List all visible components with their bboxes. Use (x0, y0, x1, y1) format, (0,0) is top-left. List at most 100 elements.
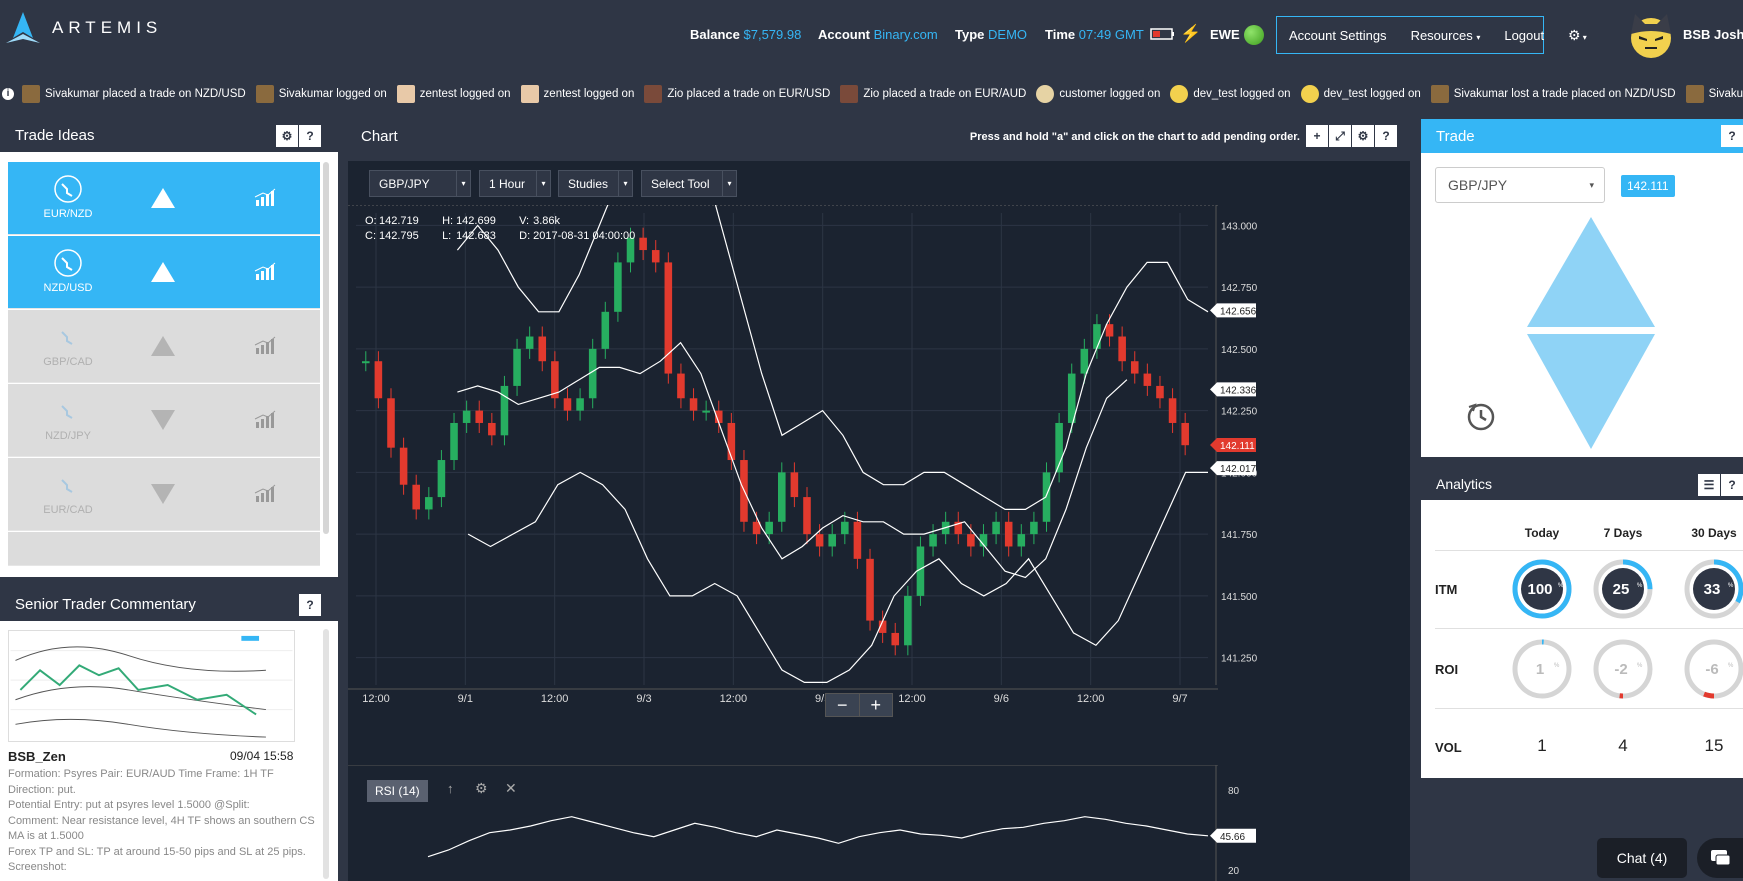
bar-chart-icon[interactable] (254, 336, 276, 354)
idea-pair: NZD/JPY (45, 430, 91, 442)
popout-icon[interactable]: ⤢ (1329, 125, 1351, 147)
arrow-up-icon[interactable]: ↑ (447, 781, 454, 796)
y-tick-label: 141.750 (1221, 530, 1258, 541)
app-name: ARTEMIS (52, 18, 163, 37)
vol-7days: 4 (1618, 736, 1628, 755)
logout-link[interactable]: Logout (1492, 28, 1556, 43)
bar-chart-icon[interactable] (254, 410, 276, 428)
trade-idea-item[interactable]: NZD/JPY (8, 384, 320, 457)
put-button[interactable] (1527, 334, 1655, 449)
candle (1156, 385, 1164, 399)
x-tick-label: 9/1 (458, 693, 473, 705)
user-avatar-icon (1300, 85, 1319, 103)
candle (639, 237, 647, 251)
timer-icon[interactable] (1465, 401, 1497, 431)
settings-gear-icon[interactable]: ⚙ ▾ (1568, 27, 1587, 44)
candle (362, 361, 370, 364)
list-icon[interactable]: ☰ (1698, 474, 1720, 496)
account-settings-link[interactable]: Account Settings (1277, 28, 1399, 43)
interval-dropdown[interactable]: 1 Hour ▾ (479, 170, 551, 197)
x-tick-label: 12:00 (541, 693, 569, 705)
user-avatar-icon (1036, 85, 1055, 103)
gauge-percent: % (1637, 583, 1643, 589)
pair-dropdown[interactable]: GBP/JPY ▾ (369, 170, 471, 197)
rsi-settings-gear-icon[interactable]: ⚙ (475, 780, 488, 797)
candle (992, 521, 1000, 535)
add-order-button[interactable]: + (1306, 125, 1328, 147)
bar-chart-icon[interactable] (254, 188, 276, 206)
chat-button[interactable]: Chat (4) (1597, 838, 1687, 878)
x-tick-label: 9/3 (636, 693, 651, 705)
candle (387, 398, 395, 448)
call-button[interactable] (1527, 217, 1655, 327)
gauge-percent: % (1637, 663, 1643, 669)
analytics-help-button[interactable]: ? (1721, 474, 1743, 496)
battery-icon (1150, 27, 1176, 46)
trade-pair-select[interactable]: GBP/JPY ▾ (1435, 167, 1605, 203)
trade-help-button[interactable]: ? (1721, 125, 1743, 147)
candle (437, 460, 446, 498)
commentary-help-button[interactable]: ? (299, 594, 321, 616)
x-tick-label: 9/7 (1172, 693, 1187, 705)
candle (891, 632, 900, 646)
y-tick-label: 142.500 (1221, 345, 1258, 356)
currency-pair-icon (61, 405, 73, 419)
zoom-in-button[interactable]: + (860, 694, 893, 716)
bar-chart-icon[interactable] (254, 484, 276, 502)
candle (450, 422, 458, 461)
upper-band-line (456, 205, 1209, 510)
resources-menu[interactable]: Resources ▾ (1399, 28, 1493, 43)
tool-dropdown[interactable]: Select Tool ▾ (641, 170, 737, 197)
gauge-value: 100 (1527, 581, 1552, 598)
user-avatar-icon (1430, 85, 1449, 103)
avatar[interactable] (1625, 8, 1677, 60)
currency-pair-icon (61, 331, 73, 345)
candle (841, 521, 849, 535)
currency-pair-icon (61, 479, 73, 493)
trade-ideas-settings-gear-icon[interactable]: ⚙ (276, 125, 298, 147)
currency-pair-icon (54, 175, 82, 203)
user-avatar-icon (1170, 85, 1189, 103)
user-avatar-icon (396, 85, 415, 103)
ticker-item: Sivakumar placed a trade on NZD/USD (22, 85, 246, 103)
trade-idea-item[interactable]: EUR/CAD (8, 458, 320, 531)
trade-ideas-scrollbar[interactable] (323, 162, 329, 534)
analytics-gauges: 100% 25% 33 % 1% -2% -6% (1512, 559, 1743, 699)
logo[interactable]: ARTEMIS (4, 10, 162, 46)
gauge-percent: % (1558, 583, 1564, 589)
username[interactable]: BSB Josh (1683, 27, 1743, 42)
idea-pair: EUR/CAD (43, 504, 93, 516)
chart-settings-gear-icon[interactable]: ⚙ (1352, 125, 1374, 147)
trade-idea-item[interactable]: NZD/USD (8, 236, 320, 309)
rsi-line (427, 816, 1209, 858)
commentary-screenshot[interactable] (8, 630, 295, 742)
user-avatar-icon (840, 85, 859, 103)
info-icon[interactable]: i (2, 88, 14, 100)
close-icon[interactable]: ✕ (505, 780, 517, 797)
trade-title: Trade (1436, 127, 1475, 145)
chart-help-button[interactable]: ? (1375, 125, 1397, 147)
candle (929, 534, 937, 547)
trade-ideas-help-button[interactable]: ? (299, 125, 321, 147)
commentary-body: Formation: Psyres Pair: EUR/AUD Time Fra… (8, 768, 315, 873)
y-tick-label: 142.250 (1221, 407, 1258, 418)
rsi-label[interactable]: RSI (14) (367, 780, 428, 802)
gauge-value: 25 (1613, 581, 1630, 598)
zoom-out-button[interactable]: − (826, 694, 860, 716)
bar-chart-icon[interactable] (254, 262, 276, 280)
studies-dropdown[interactable]: Studies ▾ (558, 170, 633, 197)
current-price: 142.111 (1621, 175, 1675, 197)
candle (563, 398, 572, 411)
commentary-scrollbar[interactable] (323, 629, 329, 879)
chart-title: Chart (361, 128, 398, 145)
price-chart[interactable]: 143.000142.750142.500142.250142.000141.7… (348, 205, 1410, 765)
trade-idea-item[interactable]: EUR/NZD (8, 162, 320, 235)
trade-idea-item[interactable] (8, 532, 320, 566)
candle (488, 422, 496, 436)
gauge-percent: % (1728, 663, 1734, 669)
x-tick-label: 12:00 (720, 693, 748, 705)
candle (412, 484, 420, 510)
trade-idea-item[interactable]: GBP/CAD (8, 310, 320, 383)
analytics-header: Analytics (1421, 468, 1743, 500)
chat-toggle[interactable] (1697, 838, 1743, 878)
